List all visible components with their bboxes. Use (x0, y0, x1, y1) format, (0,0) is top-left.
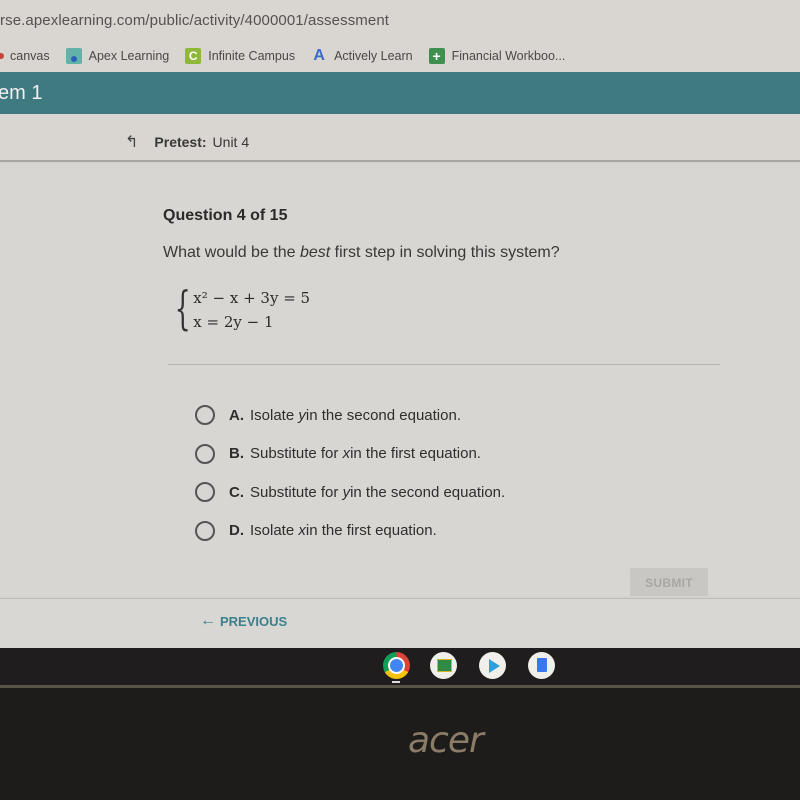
option-d[interactable]: D. Isolate x in the first equation. (195, 512, 505, 551)
canvas-icon (0, 53, 4, 59)
bookmarks-bar: canvas Apex Learning C Infinite Campus A… (0, 40, 800, 72)
radio-button[interactable] (195, 482, 215, 503)
classroom-icon[interactable] (430, 652, 457, 679)
pretest-breadcrumb[interactable]: ↰ Pretest: Unit 4 (125, 132, 249, 152)
financial-workbook-icon: + (428, 48, 445, 64)
previous-button[interactable]: ← PREVIOUS (200, 612, 287, 630)
radio-button[interactable] (195, 405, 215, 426)
acer-logo: acer (408, 720, 484, 761)
infinite-campus-icon: C (185, 48, 202, 64)
prompt-text: What would be the (163, 244, 300, 261)
bookmark-infinite-campus[interactable]: C Infinite Campus (185, 48, 295, 64)
radio-button[interactable] (195, 520, 215, 541)
option-letter: D. (229, 522, 244, 540)
answer-options: A. Isolate y in the second equation. B. … (195, 396, 505, 550)
play-store-icon[interactable] (479, 652, 506, 679)
active-app-indicator (392, 681, 400, 683)
browser-address-bar[interactable]: rse.apexlearning.com/public/activity/400… (0, 0, 800, 40)
bookmark-label: Infinite Campus (208, 49, 296, 63)
option-variable: x (342, 445, 351, 463)
option-a[interactable]: A. Isolate y in the second equation. (195, 396, 505, 435)
actively-learn-icon: A (313, 47, 325, 64)
option-text: in the first equation. (350, 445, 481, 463)
option-letter: B. (229, 445, 244, 463)
bookmark-label: Financial Workboo... (451, 49, 566, 63)
radio-button[interactable] (195, 443, 215, 464)
bookmark-actively-learn[interactable]: A Actively Learn (311, 47, 413, 64)
submit-button[interactable]: SUBMIT (630, 568, 708, 596)
equation-system: { x² − x + 3y = 5 x = 2y − 1 (168, 281, 311, 336)
option-letter: C. (229, 483, 244, 501)
option-variable: x (298, 522, 306, 540)
assessment-subheader: ↰ Pretest: Unit 4 (0, 114, 800, 162)
apex-learning-icon (65, 48, 82, 64)
prompt-text: first step in solving this system? (330, 244, 560, 261)
bookmark-label: Apex Learning (88, 49, 170, 63)
os-shelf (0, 648, 800, 685)
option-text: in the second equation. (305, 406, 461, 424)
option-text: in the second equation. (350, 483, 506, 501)
url-text[interactable]: rse.apexlearning.com/public/activity/400… (0, 12, 389, 29)
option-c[interactable]: C. Substitute for y in the second equati… (195, 473, 505, 512)
option-b[interactable]: B. Substitute for x in the first equatio… (195, 435, 505, 474)
question-prompt: What would be the best first step in sol… (163, 244, 560, 262)
chrome-icon[interactable] (383, 652, 410, 679)
equation-1: x² − x + 3y = 5 (193, 289, 311, 307)
option-text: Isolate (250, 406, 295, 424)
app-header: em 1 (0, 72, 800, 114)
laptop-bezel: acer (0, 685, 800, 800)
option-text: Substitute for (250, 445, 339, 463)
docs-icon[interactable] (528, 652, 555, 679)
divider (168, 364, 720, 365)
option-variable: y (342, 483, 351, 501)
option-text: Isolate (250, 522, 295, 540)
pretest-unit: Unit 4 (212, 134, 250, 150)
equations: x² − x + 3y = 5 x = 2y − 1 (193, 286, 310, 334)
screen: rse.apexlearning.com/public/activity/400… (0, 0, 800, 685)
option-variable: y (298, 406, 306, 424)
app-header-title: em 1 (0, 82, 43, 104)
arrow-left-icon: ← (200, 612, 216, 629)
equation-2: x = 2y − 1 (193, 313, 274, 331)
arrow-up-left-icon[interactable]: ↰ (125, 132, 138, 152)
bookmark-apex-learning[interactable]: Apex Learning (65, 48, 170, 64)
bookmark-financial-workbook[interactable]: + Financial Workboo... (428, 48, 566, 64)
previous-label: PREVIOUS (220, 613, 288, 629)
bookmark-canvas[interactable]: canvas (0, 49, 50, 63)
pretest-label: Pretest: (154, 134, 207, 150)
left-brace: { (174, 281, 191, 335)
navigation-footer: ← PREVIOUS (0, 598, 800, 648)
option-letter: A. (229, 406, 244, 424)
question-number: Question 4 of 15 (163, 207, 288, 224)
bookmark-label: Actively Learn (334, 49, 413, 63)
option-text: in the first equation. (305, 522, 437, 540)
question-panel: Question 4 of 15 What would be the best … (0, 164, 800, 596)
option-text: Substitute for (250, 483, 339, 501)
prompt-emphasis: best (299, 244, 331, 261)
bookmark-label: canvas (10, 49, 50, 63)
